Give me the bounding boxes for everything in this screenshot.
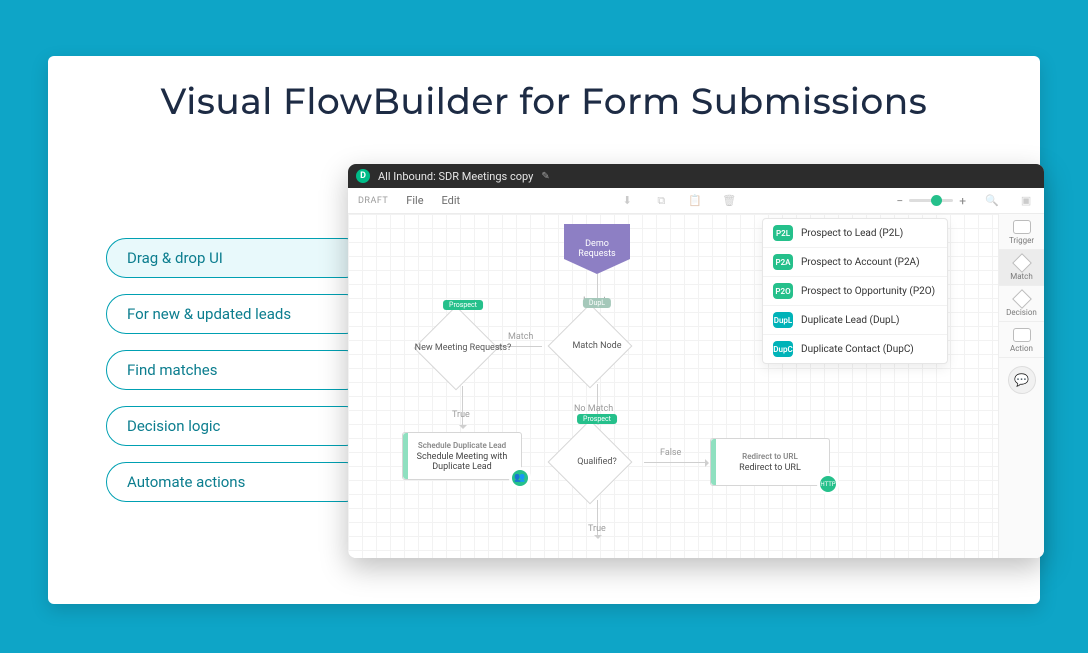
- zoom-slider-thumb[interactable]: [931, 195, 942, 206]
- qualified-label: Qualified?: [542, 424, 652, 500]
- people-icon: 👥: [509, 467, 531, 489]
- redirect-head: Redirect to URL: [742, 452, 798, 461]
- palette-trigger[interactable]: Trigger: [999, 214, 1044, 250]
- match-type-p2o[interactable]: P2O Prospect to Opportunity (P2O): [763, 277, 947, 306]
- match-type-dupl[interactable]: DupL Duplicate Lead (DupL): [763, 306, 947, 335]
- match-shape-icon: [1012, 253, 1032, 273]
- chip-dupc: DupC: [773, 341, 793, 357]
- app-body: Demo Requests Insert DupL Match Node Mat…: [348, 214, 1044, 558]
- pill-drag-drop: Drag & drop UI: [106, 238, 366, 278]
- palette-decision[interactable]: Decision: [999, 286, 1044, 322]
- copy-icon[interactable]: ⧉: [653, 193, 669, 209]
- prospect-tag: Prospect: [443, 300, 483, 310]
- menu-file[interactable]: File: [406, 194, 423, 207]
- action-redirect-url[interactable]: Redirect to URL Redirect to URL HTTP: [710, 438, 830, 486]
- edge-label-true-bottom: True: [588, 524, 606, 534]
- menu-edit[interactable]: Edit: [442, 194, 461, 207]
- label-p2l: Prospect to Lead (P2L): [801, 228, 903, 239]
- trigger-shape-icon: [1013, 220, 1031, 234]
- zoom-minus[interactable]: −: [896, 194, 903, 208]
- match-type-p2a[interactable]: P2A Prospect to Account (P2A): [763, 248, 947, 277]
- match-node-label: Match Node: [542, 308, 652, 384]
- slide-card: Visual FlowBuilder for Form Submissions …: [48, 56, 1040, 604]
- schedule-body: Schedule Meeting with Duplicate Lead: [411, 452, 513, 472]
- palette-action-label: Action: [1010, 344, 1033, 353]
- label-dupc: Duplicate Contact (DupC): [801, 344, 914, 355]
- match-types-panel: P2L Prospect to Lead (P2L) P2A Prospect …: [762, 218, 948, 364]
- pill-find-matches: Find matches: [106, 350, 366, 390]
- status-badge: DRAFT: [358, 196, 388, 206]
- arrow: [644, 462, 708, 463]
- edge-label-true-left: True: [452, 410, 470, 420]
- zoom-plus[interactable]: +: [959, 194, 966, 208]
- clipboard-icon[interactable]: 📋: [687, 193, 703, 209]
- edge-label-no-match: No Match: [574, 404, 613, 414]
- label-p2o: Prospect to Opportunity (P2O): [801, 286, 935, 297]
- flowbuilder-window: All Inbound: SDR Meetings copy ✎ DRAFT F…: [348, 164, 1044, 558]
- pill-automate-actions: Automate actions: [106, 462, 366, 502]
- match-node[interactable]: DupL Match Node: [542, 308, 652, 384]
- zoom-slider-track[interactable]: [909, 199, 953, 202]
- search-icon[interactable]: 🔍: [984, 193, 1000, 209]
- palette-trigger-label: Trigger: [1009, 236, 1034, 245]
- feature-pill-list: Drag & drop UI For new & updated leads F…: [106, 238, 366, 502]
- new-meeting-label: New Meeting Requests?: [408, 310, 518, 386]
- edit-title-icon[interactable]: ✎: [541, 171, 549, 182]
- flow-title: All Inbound: SDR Meetings copy: [378, 170, 533, 183]
- chip-p2o: P2O: [773, 283, 793, 299]
- chip-p2l: P2L: [773, 225, 793, 241]
- arrow: [462, 386, 463, 428]
- decision-qualified[interactable]: Prospect Qualified?: [542, 424, 652, 500]
- titlebar: All Inbound: SDR Meetings copy ✎: [348, 164, 1044, 188]
- download-icon[interactable]: ⬇: [619, 193, 635, 209]
- match-node-tag: DupL: [583, 298, 611, 308]
- chip-p2a: P2A: [773, 254, 793, 270]
- chip-dupl: DupL: [773, 312, 793, 328]
- palette-comment-icon[interactable]: 💬: [1008, 366, 1036, 394]
- action-shape-icon: [1013, 328, 1031, 342]
- trash-icon[interactable]: 🗑: [721, 193, 737, 209]
- node-palette-rail: Trigger Match Decision Action 💬: [998, 214, 1044, 558]
- action-schedule-meeting[interactable]: Schedule Duplicate Lead Schedule Meeting…: [402, 432, 522, 480]
- edge-label-false: False: [660, 448, 681, 458]
- decision-new-meeting[interactable]: Prospect New Meeting Requests?: [408, 310, 518, 386]
- label-p2a: Prospect to Account (P2A): [801, 257, 920, 268]
- palette-action[interactable]: Action: [999, 322, 1044, 358]
- match-type-p2l[interactable]: P2L Prospect to Lead (P2L): [763, 219, 947, 248]
- flow-canvas[interactable]: Demo Requests Insert DupL Match Node Mat…: [348, 214, 998, 558]
- pill-new-updated-leads: For new & updated leads: [106, 294, 366, 334]
- http-icon: HTTP: [817, 473, 839, 495]
- decision-shape-icon: [1012, 289, 1032, 309]
- palette-match[interactable]: Match: [999, 250, 1044, 286]
- present-icon[interactable]: ▣: [1018, 193, 1034, 209]
- redirect-body: Redirect to URL: [739, 463, 801, 473]
- page-title: Visual FlowBuilder for Form Submissions: [48, 80, 1040, 124]
- match-type-dupc[interactable]: DupC Duplicate Contact (DupC): [763, 335, 947, 363]
- trigger-node-demo-requests[interactable]: Demo Requests: [564, 224, 630, 274]
- zoom-control[interactable]: − +: [896, 194, 966, 208]
- toolbar: DRAFT File Edit ⬇ ⧉ 📋 🗑 − + 🔍 ▣: [348, 188, 1044, 214]
- app-logo-icon: [356, 169, 370, 183]
- label-dupl: Duplicate Lead (DupL): [801, 315, 900, 326]
- prospect-tag-2: Prospect: [577, 414, 617, 424]
- pill-decision-logic: Decision logic: [106, 406, 366, 446]
- schedule-head: Schedule Duplicate Lead: [418, 441, 506, 450]
